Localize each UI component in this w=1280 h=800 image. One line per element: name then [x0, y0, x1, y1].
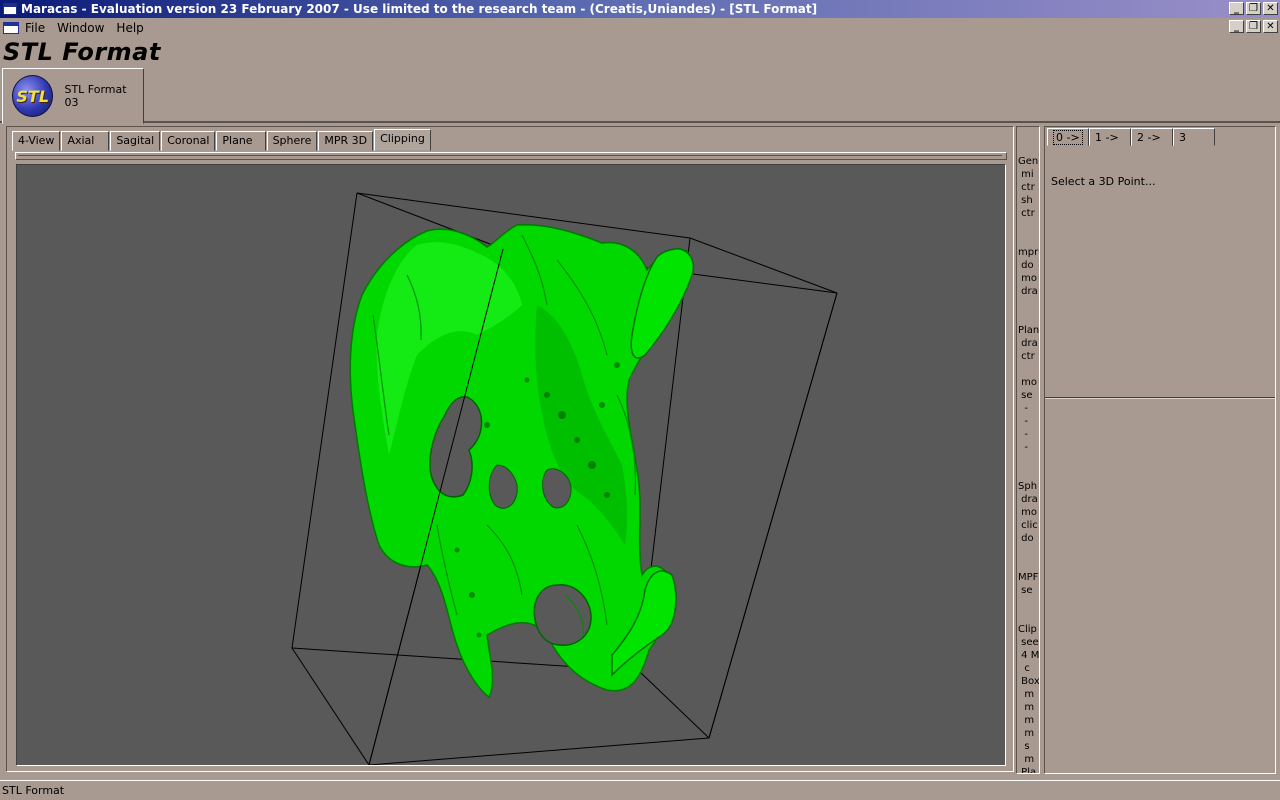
tab-point-2[interactable]: 2 -> [1131, 128, 1173, 146]
tab-point-1[interactable]: 1 -> [1089, 128, 1131, 146]
module-tab-label: STL Format 03 [64, 83, 127, 109]
3d-scene [291, 192, 838, 765]
3d-viewport[interactable] [16, 164, 1006, 766]
tab-sphere[interactable]: Sphere [266, 131, 318, 151]
tab-coronal[interactable]: Coronal [161, 131, 216, 151]
point-tabs: 0 -> 1 -> 2 -> 3 [1047, 128, 1215, 146]
tab-plane[interactable]: Plane [216, 131, 266, 151]
tab-point-0[interactable]: 0 -> [1047, 128, 1089, 146]
tab-mpr-3d[interactable]: MPR 3D [318, 131, 374, 151]
tab-point-3[interactable]: 3 [1173, 128, 1215, 146]
window-controls: _ ❐ ✕ [1229, 2, 1278, 15]
view-toolbar [15, 152, 1007, 160]
stl-logo-icon: STL [12, 75, 54, 117]
tab-point-0-label: 0 -> [1053, 130, 1083, 145]
minimize-button[interactable]: _ [1229, 2, 1244, 15]
doc-restore-button[interactable]: ❐ [1246, 20, 1261, 33]
doc-minimize-button[interactable]: _ [1229, 20, 1244, 33]
title-bar: Maracas - Evaluation version 23 February… [0, 0, 1280, 18]
menu-window[interactable]: Window [57, 21, 104, 35]
tab-4-view[interactable]: 4-View [12, 131, 61, 151]
app-icon [3, 3, 17, 15]
page-title: STL Format [3, 38, 161, 66]
module-tab-stl[interactable]: STL STL Format 03 [2, 68, 144, 124]
menu-bar: File Window Help _ ❐ ✕ [0, 18, 1280, 38]
view-tabs: 4-View Axial Sagital Coronal Plane Spher… [12, 129, 432, 151]
help-text: Gen mi ctr sh ctr mpr do mo dra Plan dra… [1018, 156, 1040, 774]
restore-button[interactable]: ❐ [1246, 2, 1261, 15]
panel-divider [1045, 397, 1275, 399]
tab-clipping[interactable]: Clipping [374, 129, 431, 151]
document-icon[interactable] [3, 22, 19, 34]
close-button[interactable]: ✕ [1263, 2, 1278, 15]
document-controls: _ ❐ ✕ [1229, 20, 1278, 33]
module-tab-strip: STL STL Format 03 [0, 67, 1280, 124]
menu-file[interactable]: File [25, 21, 45, 35]
view-panel: 4-View Axial Sagital Coronal Plane Spher… [6, 126, 1014, 772]
tab-axial[interactable]: Axial [61, 131, 110, 151]
point-selection-panel: 0 -> 1 -> 2 -> 3 Select a 3D Point... [1044, 126, 1276, 774]
status-text: STL Format [2, 784, 65, 797]
tab-sagital[interactable]: Sagital [110, 131, 161, 151]
menu-help[interactable]: Help [116, 21, 143, 35]
window-title: Maracas - Evaluation version 23 February… [21, 2, 818, 16]
stl-mesh[interactable] [349, 223, 694, 699]
doc-close-button[interactable]: ✕ [1263, 20, 1278, 33]
status-bar: STL Format [0, 780, 1280, 800]
select-point-message: Select a 3D Point... [1051, 175, 1156, 188]
help-panel: Gen mi ctr sh ctr mpr do mo dra Plan dra… [1016, 126, 1040, 774]
